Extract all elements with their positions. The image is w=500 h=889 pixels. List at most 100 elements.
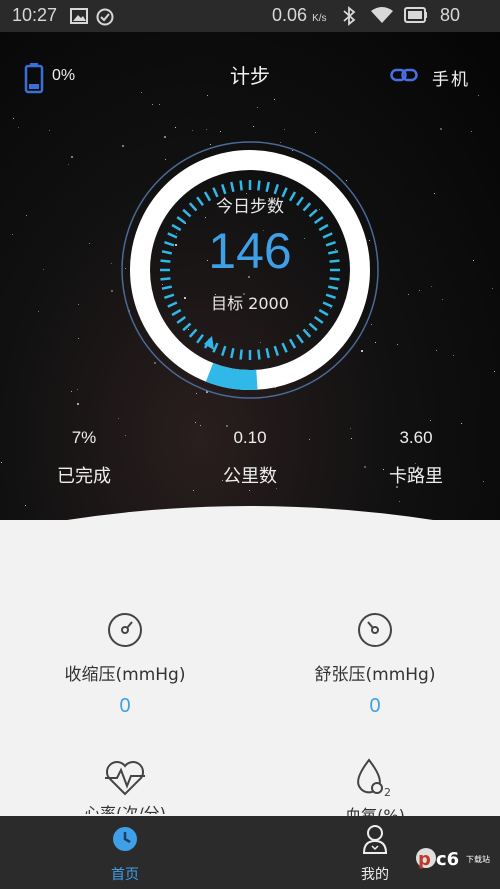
star <box>461 423 462 424</box>
gauge-icon <box>358 613 392 647</box>
systolic-card[interactable]: 收缩压(mmHg) 0 <box>0 612 250 718</box>
stat-calories: 3.60 卡路里 <box>356 428 476 488</box>
star <box>436 350 437 351</box>
stat-label: 公里数 <box>223 466 277 487</box>
star <box>152 104 153 105</box>
star <box>351 438 352 439</box>
diastolic-card[interactable]: 舒张压(mmHg) 0 <box>250 612 500 718</box>
steps-progress-fill <box>205 362 258 390</box>
dial-tick <box>281 342 288 353</box>
blood-oxygen-label: 血氧(%) <box>345 806 405 816</box>
steps-count: 146 <box>208 223 292 279</box>
dial-tick <box>265 347 270 359</box>
bluetooth-icon <box>343 6 356 26</box>
drop-o2-icon: 2 <box>357 758 391 798</box>
blood-oxygen-card[interactable]: 2 血氧(%) <box>250 758 500 816</box>
star <box>78 338 79 339</box>
nav-mine[interactable]: 我的 <box>325 816 425 889</box>
star <box>200 425 201 426</box>
dial-tick <box>302 328 312 338</box>
device-label[interactable]: 手机 <box>432 65 470 90</box>
stat-label: 已完成 <box>57 466 111 487</box>
star <box>192 130 193 131</box>
steps-goal: 目标 2000 <box>211 294 289 313</box>
star <box>397 344 398 345</box>
diastolic-label: 舒张压(mmHg) <box>314 665 436 685</box>
star <box>71 391 72 392</box>
star <box>164 136 166 138</box>
battery-level: 80 <box>440 5 461 25</box>
diastolic-value: 0 <box>369 695 381 717</box>
systolic-label: 收缩压(mmHg) <box>64 665 186 685</box>
star <box>253 126 254 127</box>
dial-tick <box>288 338 297 349</box>
wifi-icon <box>371 7 393 23</box>
dial-tick <box>308 322 318 332</box>
dial-tick <box>239 349 243 360</box>
dial-tick <box>182 322 192 332</box>
dial-tick <box>230 181 235 193</box>
dial-tick <box>273 345 280 356</box>
star <box>13 118 14 119</box>
dial-tick <box>212 342 219 353</box>
star <box>18 127 19 128</box>
dial-tick <box>161 285 173 290</box>
star <box>478 95 479 96</box>
page-title: 计步 <box>230 64 270 88</box>
svg-text:c6: c6 <box>436 849 459 870</box>
star <box>257 107 258 108</box>
stat-value: 0.10 <box>233 428 267 447</box>
link-icon[interactable] <box>390 67 418 83</box>
status-time: 10:27 <box>12 5 58 25</box>
star <box>226 425 228 427</box>
star <box>118 418 119 419</box>
clock-icon <box>113 827 137 851</box>
star <box>68 164 69 165</box>
star <box>453 355 454 356</box>
star <box>430 420 431 421</box>
star <box>141 92 142 93</box>
star <box>207 95 208 96</box>
nav-home-label: 首页 <box>111 867 139 883</box>
dial-tick <box>313 316 324 324</box>
star <box>206 129 207 130</box>
svg-text:p: p <box>418 849 431 870</box>
star <box>471 131 472 132</box>
star <box>49 130 50 131</box>
network-speed: 0.06 K/s <box>272 5 327 25</box>
status-bar: 10:27 0.06 K/s 80 <box>0 0 500 32</box>
systolic-value: 0 <box>119 695 131 717</box>
star <box>276 488 277 489</box>
heart-rate-card[interactable]: 心率(次/分) <box>0 758 250 814</box>
star <box>284 129 285 130</box>
stat-value: 3.60 <box>399 428 433 447</box>
dial-tick <box>230 347 235 359</box>
dial-tick <box>239 180 243 191</box>
dial-tick <box>220 345 227 356</box>
stat-distance: 0.10 公里数 <box>190 428 310 488</box>
nav-home[interactable]: 首页 <box>75 816 175 889</box>
star <box>220 131 221 132</box>
star <box>175 127 176 128</box>
star <box>1 462 2 463</box>
stat-completed: 7% 已完成 <box>24 428 144 488</box>
star <box>274 99 275 100</box>
gauge-icon <box>108 613 142 647</box>
dial-tick <box>188 328 198 338</box>
dial-tick <box>257 349 261 360</box>
watermark-logo: p c6 下载站 <box>416 848 490 870</box>
star <box>483 481 484 482</box>
svg-text:2: 2 <box>384 786 391 798</box>
star <box>195 422 196 423</box>
dial-tick <box>176 316 187 324</box>
stat-label: 卡路里 <box>389 466 443 487</box>
dial-tick <box>196 333 204 344</box>
person-icon <box>362 825 388 854</box>
star <box>440 128 442 130</box>
dial-tick <box>257 180 261 191</box>
dial-tick <box>327 285 339 290</box>
star <box>77 389 78 390</box>
star <box>492 288 493 289</box>
battery-icon <box>404 7 427 23</box>
star <box>431 286 432 287</box>
